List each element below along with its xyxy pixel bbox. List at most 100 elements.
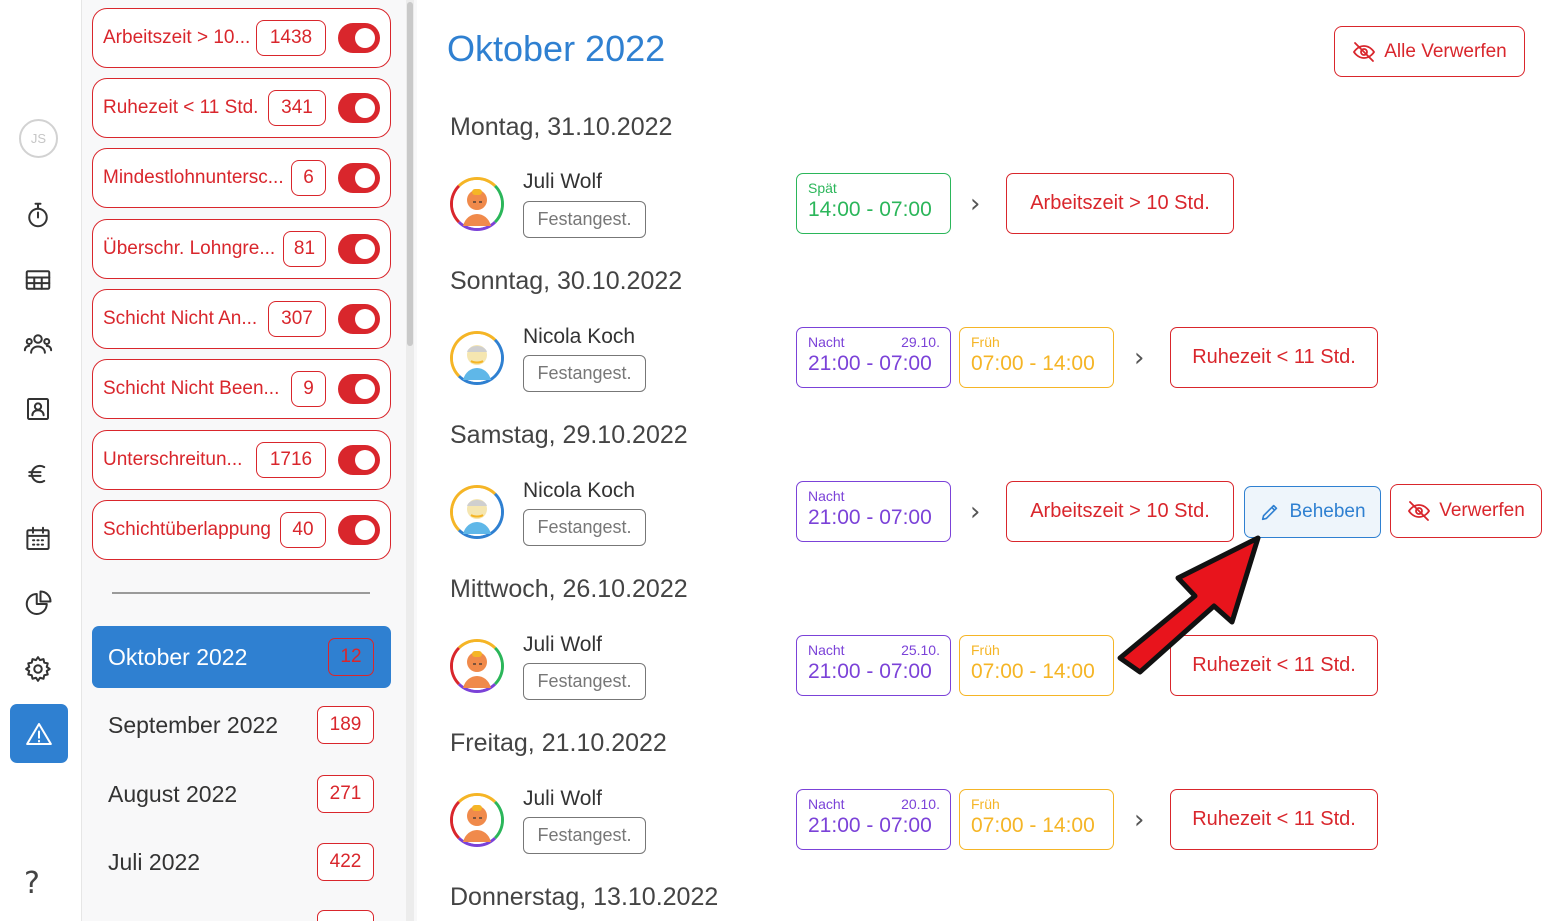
discard-button[interactable]: Verwerfen xyxy=(1390,484,1542,538)
employment-tag: Festangest. xyxy=(523,201,646,238)
gear-icon[interactable] xyxy=(21,652,55,686)
table-icon[interactable] xyxy=(21,263,55,297)
chevron-right-icon: › xyxy=(970,497,981,527)
filter-toggle[interactable] xyxy=(338,23,380,53)
discard-all-button[interactable]: Alle Verwerfen xyxy=(1334,26,1525,77)
avatar[interactable] xyxy=(450,177,504,231)
stopwatch-icon[interactable] xyxy=(21,198,55,232)
employee-name: Nicola Koch xyxy=(523,479,636,502)
month-item-juli[interactable]: Juli 2022 422 xyxy=(92,831,391,893)
filter-label: Ruhezeit < 11 Std. xyxy=(103,97,259,118)
team-icon[interactable] xyxy=(21,327,55,361)
employee-name: Juli Wolf xyxy=(523,787,602,810)
filter-item[interactable]: Unterschreitun... 1716 xyxy=(92,430,391,490)
month-count: 271 xyxy=(317,775,374,813)
employee-name: Juli Wolf xyxy=(523,170,602,193)
violation-badge[interactable]: Ruhezeit < 11 Std. xyxy=(1170,789,1378,850)
page-title: Oktober 2022 xyxy=(447,28,666,69)
filter-label: Mindestlohnuntersc... xyxy=(103,167,284,188)
filter-count: 40 xyxy=(280,512,326,548)
filter-item[interactable]: Überschr. Lohngre... 81 xyxy=(92,219,391,279)
day-heading: Mittwoch, 26.10.2022 xyxy=(450,575,688,603)
shift-time: 07:00 - 14:00 xyxy=(971,660,1095,683)
shift-card[interactable]: Früh 07:00 - 14:00 xyxy=(959,635,1114,696)
avatar[interactable] xyxy=(450,331,504,385)
user-avatar[interactable]: JS xyxy=(19,119,58,158)
calendar-icon[interactable] xyxy=(21,522,55,556)
pencil-icon xyxy=(1262,504,1278,521)
day-heading: Samstag, 29.10.2022 xyxy=(450,421,688,449)
shift-type: Nacht xyxy=(808,488,845,504)
employee-name: Nicola Koch xyxy=(523,325,636,348)
month-item-august[interactable]: August 2022 271 xyxy=(92,763,391,825)
month-count xyxy=(317,910,374,921)
shift-date: 25.10. xyxy=(901,642,940,658)
avatar[interactable] xyxy=(450,793,504,847)
filter-toggle[interactable] xyxy=(338,163,380,193)
pie-chart-icon[interactable] xyxy=(21,587,55,621)
shift-card[interactable]: Nacht 21:00 - 07:00 xyxy=(796,481,951,542)
filter-toggle[interactable] xyxy=(338,304,380,334)
filter-count: 9 xyxy=(291,371,326,407)
discard-label: Verwerfen xyxy=(1439,500,1525,521)
avatar[interactable] xyxy=(450,639,504,693)
shift-time: 21:00 - 07:00 xyxy=(808,506,932,529)
shift-date: 20.10. xyxy=(901,796,940,812)
filter-item[interactable]: Schicht Nicht An... 307 xyxy=(92,289,391,349)
filter-toggle[interactable] xyxy=(338,515,380,545)
filter-scrollbar[interactable] xyxy=(406,0,414,921)
shift-card[interactable]: Nacht 20.10. 21:00 - 07:00 xyxy=(796,789,951,850)
filter-item[interactable]: Arbeitszeit > 10... 1438 xyxy=(92,8,391,68)
euro-icon[interactable] xyxy=(21,457,55,491)
shift-card[interactable]: Früh 07:00 - 14:00 xyxy=(959,789,1114,850)
shift-card[interactable]: Nacht 29.10. 21:00 - 07:00 xyxy=(796,327,951,388)
day-heading: Sonntag, 30.10.2022 xyxy=(450,267,683,295)
day-heading: Donnerstag, 13.10.2022 xyxy=(450,883,719,911)
shift-time: 21:00 - 07:00 xyxy=(808,814,932,837)
violation-badge[interactable]: Arbeitszeit > 10 Std. xyxy=(1006,173,1234,234)
contact-card-icon[interactable] xyxy=(21,392,55,426)
shift-date: 29.10. xyxy=(901,334,940,350)
month-item-september[interactable]: September 2022 189 xyxy=(92,694,391,756)
shift-type: Früh xyxy=(971,334,1000,350)
shift-card[interactable]: Früh 07:00 - 14:00 xyxy=(959,327,1114,388)
filter-item[interactable]: Schichtüberlappung 40 xyxy=(92,500,391,560)
help-icon[interactable]: ? xyxy=(24,866,40,901)
shift-card[interactable]: Spät 14:00 - 07:00 xyxy=(796,173,951,234)
eye-off-icon xyxy=(1408,501,1431,521)
shift-time: 07:00 - 14:00 xyxy=(971,352,1095,375)
shift-type: Spät xyxy=(808,180,837,196)
shift-card[interactable]: Nacht 25.10. 21:00 - 07:00 xyxy=(796,635,951,696)
employment-tag: Festangest. xyxy=(523,355,646,392)
filter-count: 81 xyxy=(283,231,326,267)
fix-label: Beheben xyxy=(1289,501,1366,522)
filter-item[interactable]: Mindestlohnuntersc... 6 xyxy=(92,148,391,208)
avatar[interactable] xyxy=(450,485,504,539)
month-item-oktober[interactable]: Oktober 2022 12 xyxy=(92,626,391,688)
month-count: 189 xyxy=(317,706,374,744)
violation-badge[interactable]: Ruhezeit < 11 Std. xyxy=(1170,327,1378,388)
chevron-right-icon: › xyxy=(1134,343,1145,373)
eye-off-icon xyxy=(1353,41,1376,62)
filter-divider xyxy=(112,592,370,594)
scrollbar-thumb[interactable] xyxy=(407,2,413,346)
filter-label: Schicht Nicht Been... xyxy=(103,378,280,399)
day-heading: Montag, 31.10.2022 xyxy=(450,113,673,141)
shift-time: 14:00 - 07:00 xyxy=(808,198,932,221)
discard-all-label: Alle Verwerfen xyxy=(1384,40,1507,62)
filter-toggle[interactable] xyxy=(338,445,380,475)
month-count: 422 xyxy=(317,843,374,881)
filter-toggle[interactable] xyxy=(338,234,380,264)
filter-item[interactable]: Schicht Nicht Been... 9 xyxy=(92,359,391,419)
filter-toggle[interactable] xyxy=(338,93,380,123)
employment-tag: Festangest. xyxy=(523,817,646,854)
filter-label: Arbeitszeit > 10... xyxy=(103,27,251,48)
month-label: Oktober 2022 xyxy=(108,643,248,670)
month-item-partial[interactable] xyxy=(92,900,391,921)
filter-item[interactable]: Ruhezeit < 11 Std. 341 xyxy=(92,78,391,138)
filter-count: 341 xyxy=(268,90,326,126)
warning-icon[interactable] xyxy=(10,704,68,763)
filter-count: 307 xyxy=(268,301,326,337)
filter-label: Unterschreitun... xyxy=(103,449,243,470)
filter-toggle[interactable] xyxy=(338,374,380,404)
